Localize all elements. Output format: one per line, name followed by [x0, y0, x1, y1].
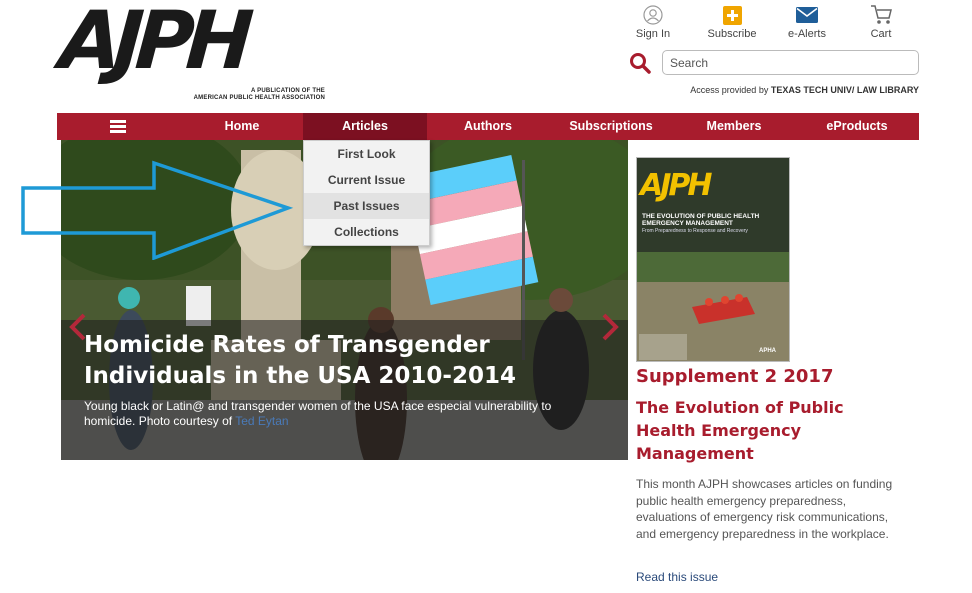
- hero-title[interactable]: Homicide Rates of Transgender Individual…: [84, 330, 604, 392]
- nav-eproducts[interactable]: eProducts: [812, 113, 902, 140]
- nav-articles[interactable]: Articles: [303, 113, 427, 140]
- hamburger-menu-icon[interactable]: [110, 120, 126, 133]
- carousel-next-icon[interactable]: [599, 312, 621, 342]
- carousel-prev-icon[interactable]: [67, 312, 89, 342]
- cover-title: THE EVOLUTION OF PUBLIC HEALTH EMERGENCY…: [642, 213, 760, 227]
- search-icon[interactable]: [629, 52, 651, 74]
- cart-label: Cart: [870, 28, 892, 40]
- subscribe-label: Subscribe: [707, 28, 757, 40]
- menu-item-collections[interactable]: Collections: [304, 219, 429, 245]
- hero-desc-text: Young black or Latin@ and transgender wo…: [84, 399, 552, 428]
- articles-dropdown-menu: First Look Current Issue Past Issues Col…: [303, 140, 430, 246]
- menu-item-current-issue[interactable]: Current Issue: [304, 167, 429, 193]
- e-alerts-button[interactable]: e-Alerts: [777, 4, 837, 40]
- cart-button[interactable]: Cart: [851, 4, 911, 40]
- nav-subscriptions[interactable]: Subscriptions: [557, 113, 665, 140]
- feature-description: This month AJPH showcases articles on fu…: [636, 477, 893, 541]
- photo-credit-link[interactable]: Ted Eytan: [235, 414, 288, 428]
- logo-subtitle-line2: AMERICAN PUBLIC HEALTH ASSOCIATION: [193, 95, 325, 101]
- nav-home[interactable]: Home: [207, 113, 277, 140]
- ajph-logo[interactable]: AJPH A PUBLICATION OF THE AMERICAN PUBLI…: [57, 0, 325, 104]
- plus-icon: [702, 4, 762, 26]
- read-this-issue-link[interactable]: Read this issue: [636, 570, 718, 584]
- annotation-arrow-icon: [21, 160, 294, 260]
- sign-in-button[interactable]: Sign In: [623, 4, 683, 40]
- access-prefix: Access provided by: [690, 85, 771, 95]
- envelope-icon: [777, 4, 837, 26]
- logo-subtitle-line1: A PUBLICATION OF THE: [251, 88, 325, 94]
- hero-description: Young black or Latin@ and transgender wo…: [84, 399, 604, 429]
- journal-cover-image[interactable]: AJPH THE EVOLUTION OF PUBLIC HEALTH EMER…: [636, 157, 790, 362]
- cart-icon: [851, 4, 911, 26]
- menu-item-first-look[interactable]: First Look: [304, 141, 429, 167]
- e-alerts-label: e-Alerts: [788, 28, 826, 40]
- logo-wordmark: AJPH: [56, 0, 249, 87]
- cover-logo: AJPH: [640, 168, 713, 203]
- nav-members[interactable]: Members: [690, 113, 778, 140]
- user-icon: [623, 4, 683, 26]
- access-provided-by: Access provided by TEXAS TECH UNIV/ LAW …: [690, 85, 919, 95]
- feature-title[interactable]: The Evolution of Public Health Emergency…: [636, 396, 866, 465]
- search-input[interactable]: [662, 50, 919, 75]
- logo-subtitle: A PUBLICATION OF THE AMERICAN PUBLIC HEA…: [140, 88, 325, 102]
- supplement-label[interactable]: Supplement 2 2017: [636, 366, 833, 387]
- main-navbar: Home Articles Authors Subscriptions Memb…: [57, 113, 919, 140]
- nav-authors[interactable]: Authors: [447, 113, 529, 140]
- cover-subtitle: From Preparedness to Response and Recove…: [642, 228, 748, 234]
- cover-apha-badge: APHA: [759, 348, 777, 354]
- access-institution: TEXAS TECH UNIV/ LAW LIBRARY: [770, 85, 919, 95]
- cover-photo: [637, 252, 789, 361]
- sign-in-label: Sign In: [635, 28, 671, 40]
- menu-item-past-issues[interactable]: Past Issues: [304, 193, 429, 219]
- subscribe-button[interactable]: Subscribe: [702, 4, 762, 40]
